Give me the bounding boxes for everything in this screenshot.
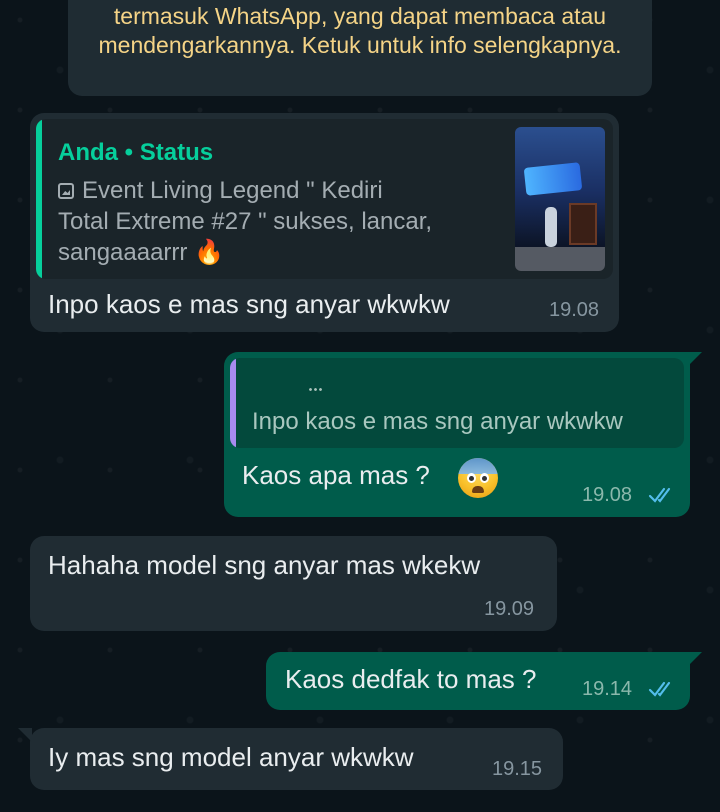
message-bubble-incoming[interactable]: Hahaha model sng anyar mas wkekw 19.09 (30, 536, 557, 631)
quoted-sender-placeholder (308, 388, 324, 391)
read-receipt-icon (648, 487, 671, 503)
quoted-status[interactable]: Anda • Status Event Living Legend " Kedi… (36, 119, 613, 279)
quoted-status-caption: Event Living Legend " Kediri Total Extre… (58, 175, 438, 268)
thumbnail-amplifier (569, 203, 597, 245)
quoted-message-text: Inpo kaos e mas sng anyar wkwkw (252, 408, 623, 435)
quote-accent-bar (36, 119, 42, 279)
message-time: 19.15 (492, 758, 543, 780)
message-bubble-outgoing[interactable]: Inpo kaos e mas sng anyar wkwkw Kaos apa… (224, 352, 702, 517)
message-text: Kaos dedfak to mas ? (285, 664, 537, 694)
thumbnail-performer (545, 207, 557, 247)
message-bubble-outgoing[interactable]: Kaos dedfak to mas ? 19.14 (266, 652, 702, 710)
thumbnail-stage-banner (523, 162, 583, 196)
thumbnail-stage-floor (515, 247, 605, 271)
image-icon (58, 183, 74, 199)
anxious-face-emoji-icon (458, 458, 498, 498)
quoted-author: Anda • Status (58, 139, 214, 166)
quoted-status-text: Event Living Legend " Kediri Total Extre… (58, 177, 433, 266)
message-bubble-incoming[interactable]: Iy mas sng model anyar wkwkw 19.15 (18, 728, 563, 790)
message-time: 19.14 (582, 678, 633, 700)
quoted-message[interactable]: Inpo kaos e mas sng anyar wkwkw (230, 358, 684, 448)
message-bubble-incoming[interactable]: Anda • Status Event Living Legend " Kedi… (30, 113, 619, 332)
encryption-notice-text: termasuk WhatsApp, yang dapat membaca at… (98, 3, 622, 58)
quote-accent-bar (230, 358, 236, 448)
read-receipt-icon (648, 681, 671, 697)
status-thumbnail[interactable] (515, 127, 605, 271)
encryption-notice[interactable]: termasuk WhatsApp, yang dapat membaca at… (68, 0, 652, 96)
message-text: Inpo kaos e mas sng anyar wkwkw (48, 289, 450, 319)
message-time: 19.08 (582, 484, 633, 506)
message-text: Iy mas sng model anyar wkwkw (48, 742, 414, 772)
message-text: Kaos apa mas ? (242, 460, 430, 490)
message-time: 19.09 (484, 598, 535, 620)
message-text: Hahaha model sng anyar mas wkekw (48, 550, 481, 580)
message-time: 19.08 (549, 299, 600, 321)
